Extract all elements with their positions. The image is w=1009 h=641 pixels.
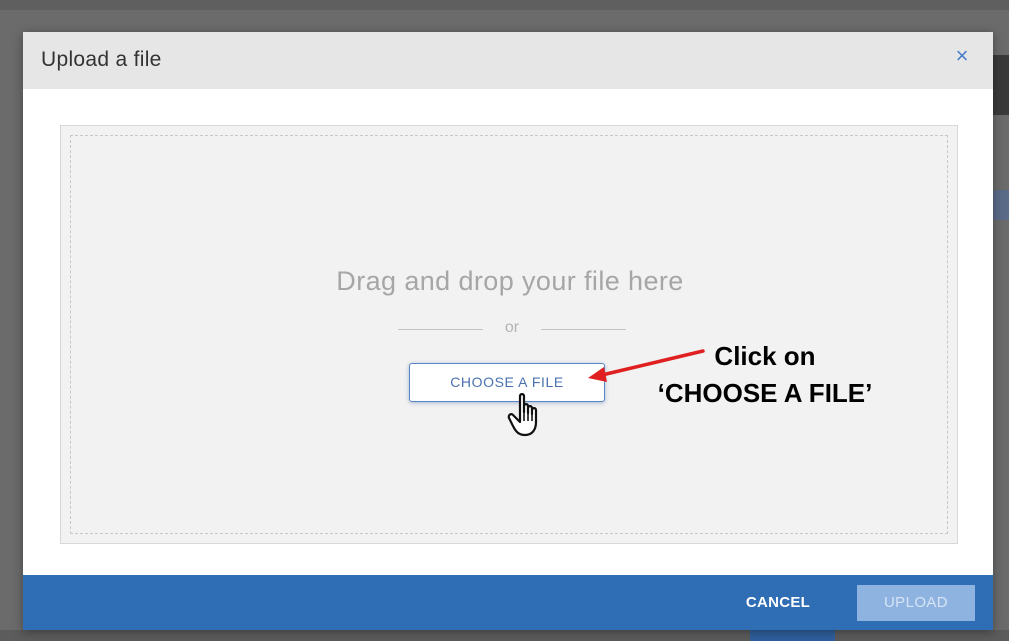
annotation-callout: Click on ‘CHOOSE A FILE’ — [640, 338, 890, 412]
background-fragment — [750, 630, 835, 641]
divider-line-right — [541, 329, 626, 330]
dropzone-prompt: Drag and drop your file here — [336, 266, 684, 296]
file-dropzone[interactable]: Drag and drop your file here or CHOOSE A… — [60, 125, 958, 544]
or-label: or — [504, 319, 520, 336]
background-fragment — [0, 0, 1009, 10]
dialog-footer: CANCEL UPLOAD — [23, 575, 993, 630]
upload-button[interactable]: UPLOAD — [857, 585, 975, 621]
annotation-line-2: ‘CHOOSE A FILE’ — [657, 378, 873, 408]
dialog-title: Upload a file — [41, 48, 162, 71]
annotation-line-1: Click on — [714, 341, 816, 371]
background-fragment — [993, 190, 1009, 220]
dialog-header: Upload a file × — [23, 32, 993, 89]
cancel-button[interactable]: CANCEL — [733, 592, 823, 614]
upload-dialog: Upload a file × Drag and drop your file … — [23, 32, 993, 630]
divider-line-left — [398, 329, 483, 330]
dropzone-dashed-border: Drag and drop your file here or CHOOSE A… — [70, 135, 948, 534]
or-divider: or — [398, 319, 626, 339]
background-fragment — [993, 55, 1009, 115]
background-fragment — [0, 630, 1009, 641]
hand-pointer-icon — [507, 393, 538, 437]
close-icon[interactable]: × — [951, 44, 973, 68]
